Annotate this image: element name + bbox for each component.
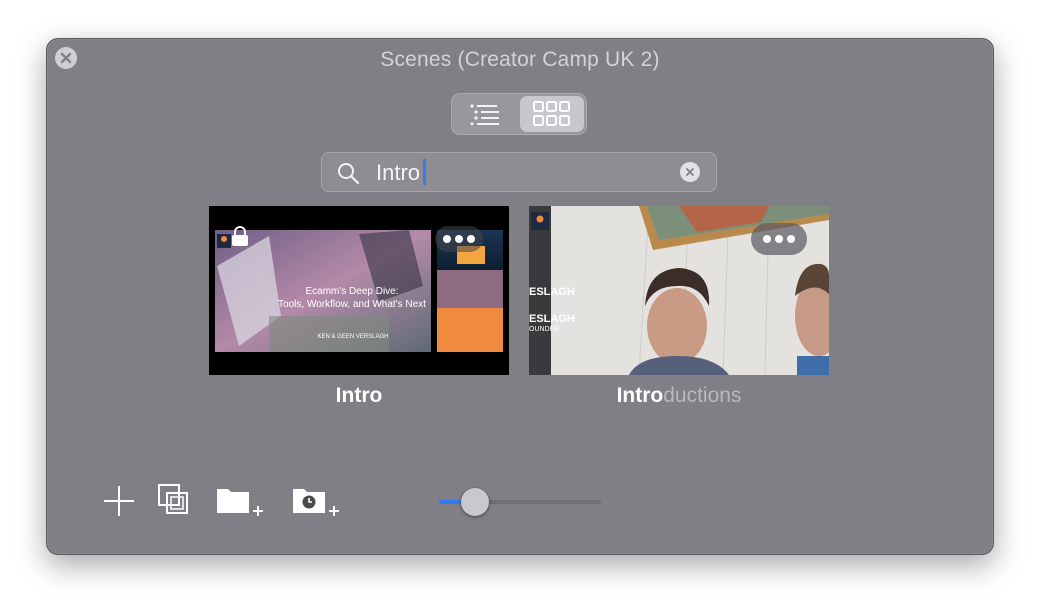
add-scene-button[interactable] [103,485,135,522]
window-title: Scenes (Creator Camp UK 2) [380,48,660,71]
thumb-name-1: ESLAGH [529,286,575,298]
new-folder-icon [217,489,263,516]
scene-label-intro[interactable]: Intro [209,384,509,408]
scene-options-button[interactable] [435,226,483,252]
scene-options-button[interactable] [751,223,807,255]
lock-icon [232,226,248,246]
thumb-title-line1: Ecamm's Deep Dive: [305,286,399,297]
plus-icon [104,486,134,516]
scene-thumbnail-introductions[interactable]: ESLAGH ESLAGH OUNDER [529,206,829,375]
clear-icon [686,168,694,176]
scenes-window: Scenes (Creator Camp UK 2) Intro Ecamm's… [46,38,994,555]
list-view-icon [470,104,499,125]
text-caret [423,159,426,185]
thumbnail-size-slider[interactable] [439,487,601,517]
search-field [321,152,717,192]
scene-label-rest: ductions [663,384,742,407]
scene-label-match: Intro [335,384,383,407]
scene-label-introductions[interactable]: Introductions [529,384,829,408]
thumb-role: OUNDER [529,326,560,333]
scene-label-match: Intro [616,384,664,407]
duplicate-scene-button[interactable] [157,483,191,522]
grid-view-button[interactable] [520,96,584,132]
slider-knob[interactable] [460,488,489,516]
thumb-name-2: ESLAGH [529,313,575,325]
scene-thumbnail-intro[interactable]: Ecamm's Deep Dive: Tools, Workflow, and … [209,206,509,375]
search-input[interactable] [374,157,668,189]
ellipsis-icon [443,235,451,243]
thumb-title-line2: Tools, Workflow, and What's Next [278,299,426,310]
search-icon [338,163,360,185]
new-folder-button[interactable] [215,485,267,524]
ellipsis-icon [763,235,771,243]
thumb-names: KEN & GEEN VERSLAGH [317,334,389,340]
scheduled-folder-button[interactable] [291,485,345,524]
grid-view-icon [533,101,570,126]
scheduled-folder-icon [293,489,339,516]
duplicate-icon [158,484,188,514]
view-mode-toggle [451,93,587,135]
clear-search-button[interactable] [680,162,700,182]
list-view-button[interactable] [454,96,518,132]
